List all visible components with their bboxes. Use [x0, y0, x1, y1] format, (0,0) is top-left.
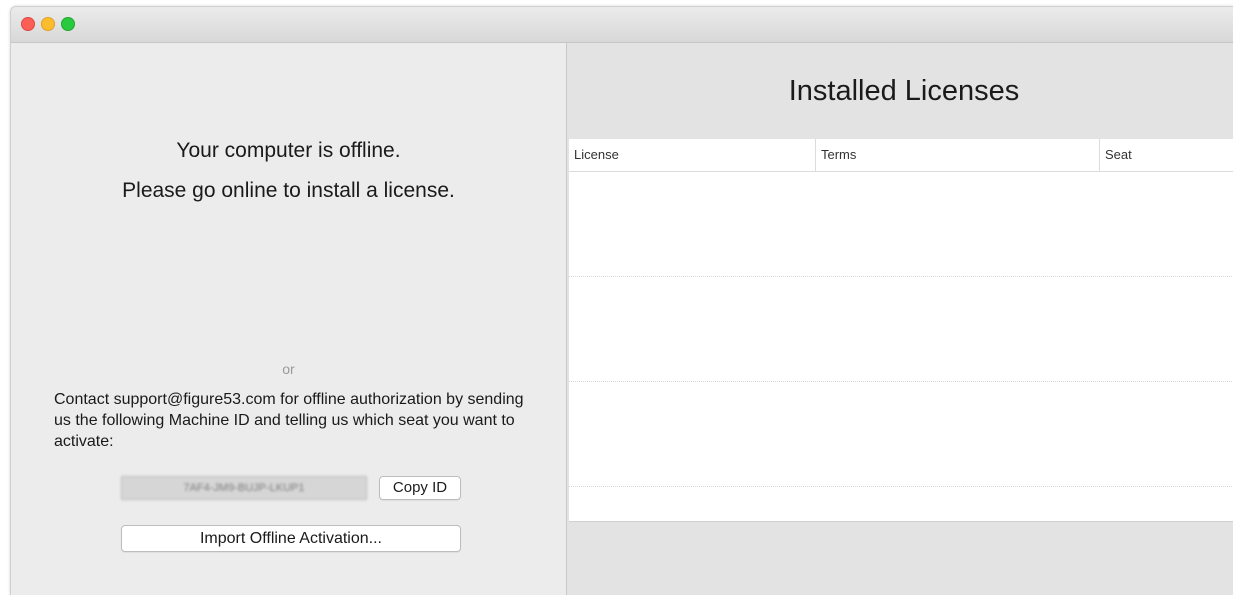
column-header-license[interactable]: License: [569, 139, 815, 171]
title-bar[interactable]: [11, 7, 1233, 43]
import-offline-activation-button[interactable]: Import Offline Activation...: [121, 525, 461, 552]
table-row[interactable]: [569, 487, 1233, 522]
table-row[interactable]: [569, 382, 1233, 487]
copy-id-button[interactable]: Copy ID: [379, 476, 461, 500]
machine-id-field[interactable]: 7AF4-JM9-BUJP-LKUP1: [121, 476, 367, 500]
column-header-terms[interactable]: Terms: [815, 139, 1099, 171]
installed-licenses-title: Installed Licenses: [788, 75, 1020, 107]
table-row[interactable]: [569, 277, 1233, 382]
offline-pane: Your computer is offline. Please go onli…: [11, 43, 567, 595]
licenses-table: License Terms Seat: [569, 139, 1233, 522]
table-header: License Terms Seat: [569, 139, 1233, 172]
offline-message: Your computer is offline.: [176, 139, 401, 162]
or-separator: or: [282, 361, 295, 377]
zoom-window-button[interactable]: [61, 17, 75, 31]
column-header-seat[interactable]: Seat: [1099, 139, 1233, 171]
close-window-button[interactable]: [21, 17, 35, 31]
installed-licenses-pane: Installed Licenses License Terms Seat: [567, 43, 1233, 595]
minimize-window-button[interactable]: [41, 17, 55, 31]
license-window: Your computer is offline. Please go onli…: [10, 6, 1233, 595]
contact-instructions: Contact support@figure53.com for offline…: [54, 391, 524, 450]
go-online-message: Please go online to install a license.: [122, 179, 455, 202]
table-row[interactable]: [569, 172, 1233, 277]
